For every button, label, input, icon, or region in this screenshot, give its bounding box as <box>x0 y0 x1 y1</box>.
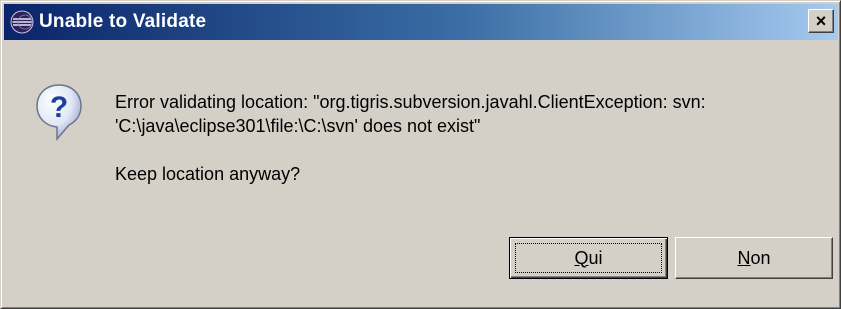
question-icon: ? <box>36 84 82 141</box>
window-title: Unable to Validate <box>39 11 207 32</box>
no-button[interactable]: Non <box>675 237 833 279</box>
error-message-line-1: Error validating location: "org.tigris.s… <box>115 92 706 112</box>
no-button-label-rest: on <box>750 247 771 268</box>
error-message-line-2: 'C:\java\eclipse301\file:\C:\svn' does n… <box>115 116 481 136</box>
no-button-label: Non <box>737 248 770 269</box>
focus-rectangle <box>515 243 662 273</box>
error-message: Error validating location: "org.tigris.s… <box>115 90 825 138</box>
svg-text:?: ? <box>50 91 68 124</box>
confirm-prompt: Keep location anyway? <box>115 164 301 184</box>
dialog-window: Unable to Validate × ? Error validating … <box>0 0 841 309</box>
close-button[interactable]: × <box>808 9 834 33</box>
yes-button[interactable]: Qui <box>509 237 668 279</box>
title-bar[interactable]: Unable to Validate × <box>4 4 838 40</box>
eclipse-icon <box>9 9 35 35</box>
no-button-mnemonic: N <box>737 247 751 268</box>
close-icon: × <box>815 11 827 31</box>
